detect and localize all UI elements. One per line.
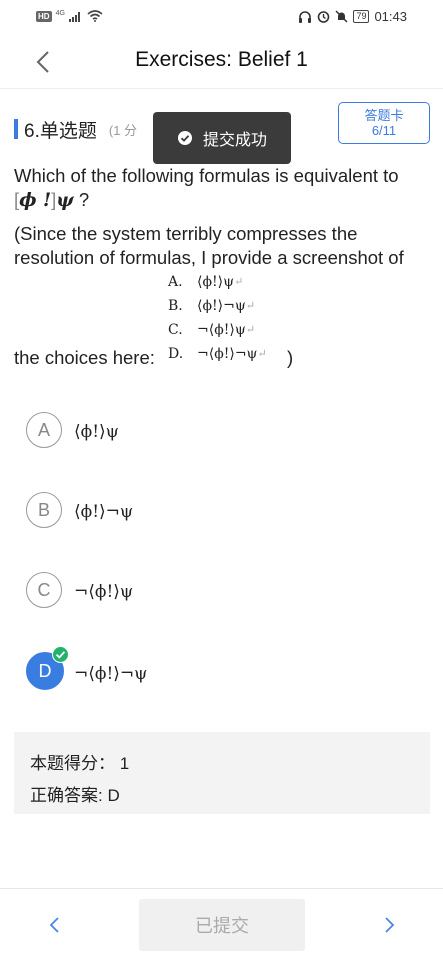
mute-icon: [335, 10, 348, 23]
question-sentence: Which of the following formulas is equiv…: [14, 165, 399, 186]
option-letter[interactable]: A: [26, 412, 62, 448]
return-icon: ↵: [245, 299, 256, 312]
wifi-icon: [87, 10, 103, 22]
return-icon: ↵: [234, 275, 244, 288]
nav-divider: [0, 88, 443, 89]
bottom-divider: [0, 888, 443, 889]
choices-screenshot: A. ⟨ϕ!⟩ψ ↵ B. ⟨ϕ!⟩¬ψ ↵ C. ¬⟨ϕ!⟩ψ ↵ D. ¬⟨ϕ!⟩…: [168, 270, 267, 366]
headphones-icon: [299, 11, 312, 23]
clock: 01:43: [374, 9, 407, 24]
screenshot-choice: D. ¬⟨ϕ!⟩¬ψ ↵: [168, 342, 267, 366]
return-icon: ↵: [245, 323, 256, 336]
answer-card-label: 答题卡: [364, 108, 404, 123]
option-letter[interactable]: C: [26, 572, 62, 608]
choices-suffix: ): [287, 347, 294, 368]
choices-prefix: the choices here:: [14, 347, 155, 368]
toast-text: 提交成功: [202, 132, 267, 149]
battery-icon: 79: [353, 10, 370, 23]
screenshot-choice: A. ⟨ϕ!⟩ψ ↵: [168, 270, 267, 294]
answer-value: D: [107, 786, 120, 805]
score-label: 本题得分：: [30, 754, 115, 773]
question-accent-bar: [14, 119, 18, 139]
option-letter[interactable]: B: [26, 492, 62, 528]
check-badge-icon: [52, 646, 69, 663]
status-left: HD 4G: [36, 10, 103, 22]
page-title: Exercises: Belief 1: [135, 48, 308, 71]
status-bar: HD 4G 79 01:43: [0, 0, 443, 34]
nav-bar: Exercises: Belief 1: [0, 34, 443, 90]
status-right: 79 01:43: [298, 9, 407, 24]
question-mark: ?: [78, 189, 90, 210]
network-type: 4G: [55, 10, 65, 17]
answer-label: 正确答案:: [30, 786, 103, 805]
question-formula: [ϕ !]ψ: [14, 189, 74, 211]
answer-row: 正确答案: D: [30, 781, 120, 806]
option-formula: ⟨ϕ!⟩¬ψ: [74, 502, 134, 522]
prev-question-button[interactable]: [46, 914, 64, 936]
screenshot-choice: C. ¬⟨ϕ!⟩ψ ↵: [168, 318, 267, 342]
answer-card-button[interactable]: 答题卡 6/11: [338, 102, 430, 144]
answer-card-progress: 6/11: [371, 123, 397, 138]
return-icon: ↵: [257, 347, 267, 360]
toast: 提交成功: [153, 112, 291, 164]
question-header: 6.单选题 (1 分: [14, 116, 137, 142]
score-panel: 本题得分： 1 正确答案: D: [14, 732, 430, 814]
signal-icon: [68, 11, 80, 22]
check-circle-icon: [177, 131, 192, 145]
alarm-icon: [318, 11, 330, 23]
option-formula: ⟨ϕ!⟩ψ: [74, 422, 120, 442]
score-value: 1: [119, 754, 130, 773]
hd-badge: HD: [36, 10, 52, 22]
option-formula: ¬⟨ϕ!⟩¬ψ: [74, 664, 148, 684]
submitted-button[interactable]: 已提交: [139, 899, 305, 951]
screenshot-choice: B. ⟨ϕ!⟩¬ψ ↵: [168, 294, 267, 318]
question-text: Which of the following formulas is equiv…: [14, 164, 432, 213]
question-type: 6.单选题: [24, 120, 97, 142]
option-formula: ¬⟨ϕ!⟩ψ: [74, 582, 134, 602]
question-note: (Since the system terribly compresses th…: [14, 223, 404, 268]
question-points: (1 分: [108, 122, 138, 138]
next-question-button[interactable]: [380, 914, 398, 936]
score-row: 本题得分： 1: [30, 749, 129, 774]
